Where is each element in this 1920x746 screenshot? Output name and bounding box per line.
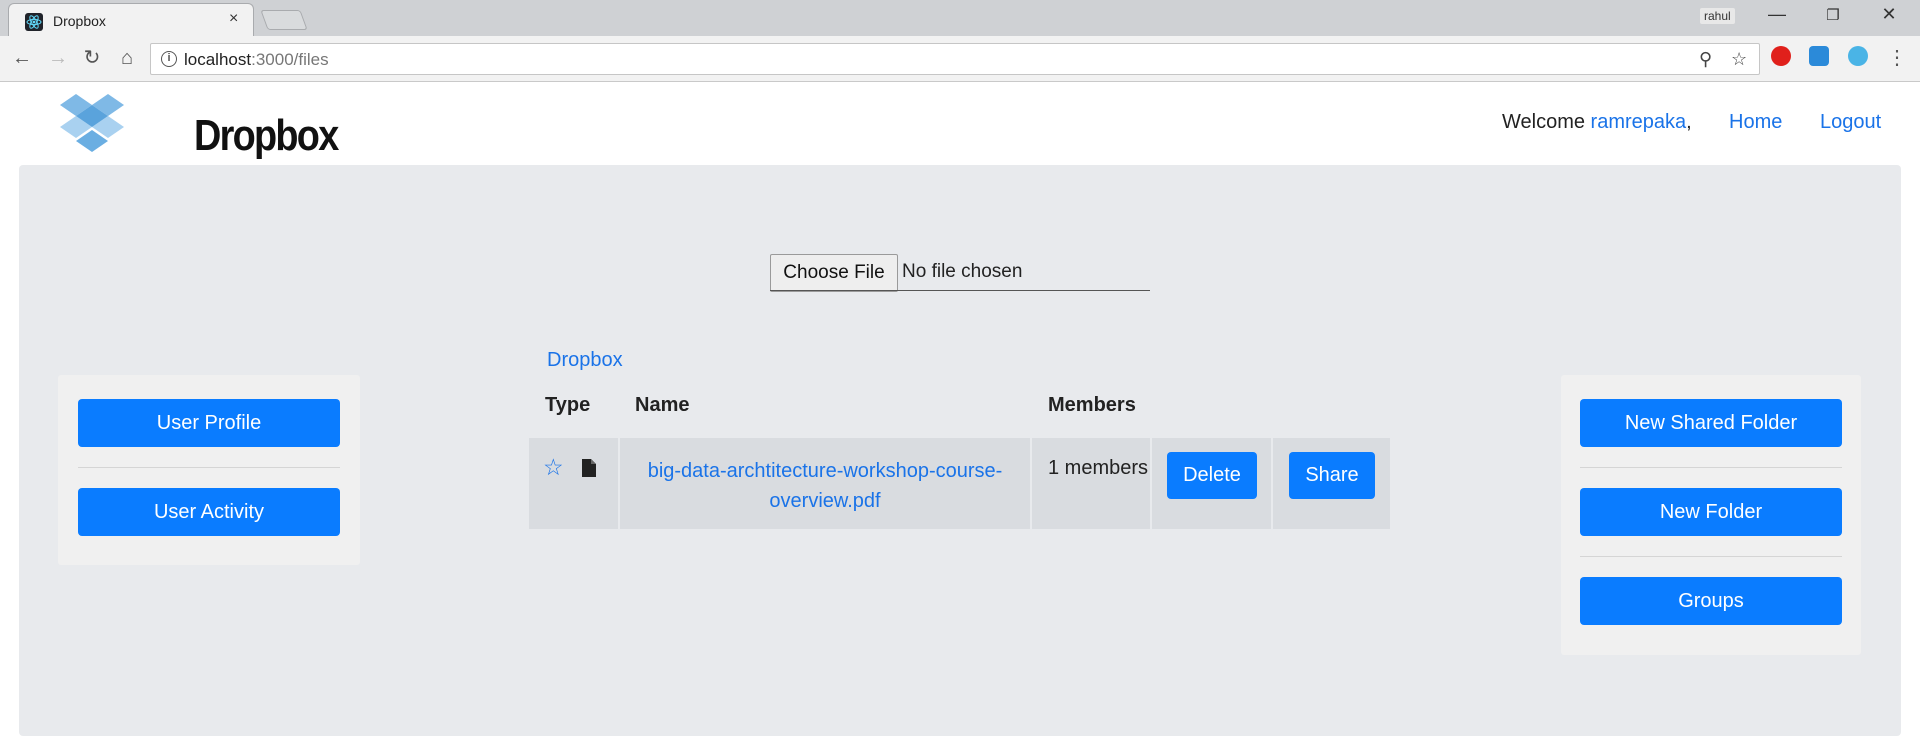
extension-icon[interactable] — [1809, 46, 1829, 66]
choose-file-button[interactable]: Choose File — [770, 254, 898, 292]
divider — [1580, 556, 1842, 557]
close-window-icon[interactable]: ✕ — [1866, 4, 1912, 25]
home-icon[interactable]: ⌂ — [116, 47, 138, 69]
dropbox-logo-icon — [60, 94, 124, 152]
restore-icon[interactable]: ❐ — [1810, 6, 1856, 24]
column-header-members: Members — [1048, 394, 1136, 416]
react-favicon-icon — [25, 13, 43, 31]
user-activity-button[interactable]: User Activity — [78, 488, 340, 536]
home-link[interactable]: Home — [1729, 111, 1782, 134]
bookmark-star-icon[interactable]: ☆ — [1731, 49, 1747, 70]
profile-badge[interactable]: rahul — [1700, 8, 1735, 24]
info-icon[interactable]: i — [161, 51, 177, 67]
file-input-underline — [770, 290, 1150, 291]
divider — [78, 467, 340, 468]
new-folder-button[interactable]: New Folder — [1580, 488, 1842, 536]
logout-link[interactable]: Logout — [1820, 111, 1881, 134]
tab-title: Dropbox — [53, 13, 106, 29]
members-count: 1 members — [1048, 457, 1149, 479]
column-header-name: Name — [635, 394, 690, 416]
reload-icon[interactable]: ↻ — [81, 47, 103, 69]
file-name-link[interactable]: big-data-archtitecture-workshop-course- … — [620, 456, 1030, 516]
logo-text: Dropbox — [194, 111, 339, 160]
browser-toolbar: ← → ↻ ⌂ i localhost:3000/files ⚲ ☆ ⋮ — [0, 36, 1920, 82]
opera-extension-icon[interactable] — [1771, 46, 1791, 66]
username-link[interactable]: ramrepaka — [1591, 111, 1687, 133]
back-arrow-icon[interactable]: ← — [11, 47, 33, 69]
share-button[interactable]: Share — [1289, 452, 1375, 499]
new-shared-folder-button[interactable]: New Shared Folder — [1580, 399, 1842, 447]
delete-button[interactable]: Delete — [1167, 452, 1257, 499]
welcome-text: Welcome ramrepaka, — [1502, 111, 1692, 133]
tab-close-icon[interactable]: × — [229, 10, 238, 28]
type-cell — [529, 438, 618, 529]
url-text[interactable]: localhost:3000/files — [184, 50, 329, 70]
file-icon — [582, 459, 596, 477]
user-profile-button[interactable]: User Profile — [78, 399, 340, 447]
file-status: No file chosen — [902, 261, 1023, 282]
dropbox-logo[interactable]: Dropbox — [56, 91, 339, 162]
menu-kebab-icon[interactable]: ⋮ — [1886, 47, 1908, 69]
extension-globe-icon[interactable] — [1848, 46, 1868, 66]
column-header-type: Type — [545, 394, 591, 416]
browser-tabstrip: Dropbox × rahul — ❐ ✕ — [0, 0, 1920, 36]
key-icon[interactable]: ⚲ — [1699, 49, 1712, 70]
browser-tab[interactable]: Dropbox × — [8, 3, 254, 36]
star-icon[interactable]: ☆ — [543, 454, 564, 481]
new-tab-button[interactable] — [260, 10, 308, 30]
page: Dropbox Welcome ramrepaka, Home Logout C… — [0, 83, 1920, 746]
groups-button[interactable]: Groups — [1580, 577, 1842, 625]
minimize-icon[interactable]: — — [1754, 4, 1800, 25]
divider — [1580, 467, 1842, 468]
forward-arrow-icon[interactable]: → — [47, 47, 69, 69]
members-cell — [1032, 438, 1150, 529]
address-bar[interactable]: i localhost:3000/files ⚲ ☆ — [150, 43, 1760, 75]
breadcrumb[interactable]: Dropbox — [547, 349, 623, 372]
